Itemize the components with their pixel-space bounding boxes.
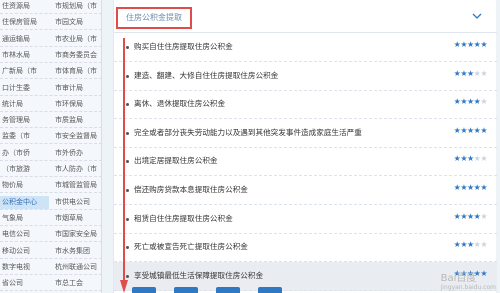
sidebar-link[interactable]: 广新局（市 [0, 65, 49, 78]
tab-label: 住房公积金提取 [126, 13, 182, 22]
list-item[interactable]: 偿还购房贷款本息提取住房公积金 ★★★★★ [114, 176, 497, 205]
baidu-watermark: Bai百度 jingyan.baidu.com [441, 269, 496, 291]
sidebar-link[interactable]: 市审计局 [53, 82, 102, 95]
rating-stars-icon: ★★★★★ [453, 97, 488, 107]
sidebar-link[interactable]: 市环保局 [53, 98, 102, 111]
sidebar-link[interactable]: 市人防办（市 [53, 163, 102, 176]
item-label[interactable]: 建造、翻建、大修自住住房提取住房公积金 [134, 70, 278, 81]
item-label[interactable]: 购买自住住房提取住房公积金 [134, 41, 233, 52]
sidebar-row: 监委（市 市安全监督局 [0, 128, 102, 145]
sidebar-link[interactable]: 市外侨办 [53, 147, 102, 160]
sidebar-row: 住保房管局 市园文局 [0, 14, 102, 31]
list-item[interactable]: 租赁自住住房提取住房公积金 ★★★★★ [114, 205, 497, 234]
sidebar-link[interactable]: 公积金中心 [0, 195, 49, 209]
sidebar-link[interactable]: 监委（市 [0, 130, 49, 143]
sidebar-link[interactable]: 市质监局 [53, 114, 102, 127]
watermark-text: Bai百度 [440, 273, 477, 284]
sidebar-row: 数字电视 杭州联通公司 [0, 259, 102, 275]
main-panel: 住房公积金提取 购买自住住房提取住房公积金 ★★★★★ 建造、翻建、大修自住住房提取… [113, 0, 497, 293]
rating-stars-icon: ★★★★★ [453, 211, 488, 221]
sidebar-link[interactable]: 市城管监管局 [53, 179, 102, 192]
sidebar-row: 气象局 市烟草局 [0, 210, 102, 226]
bottom-button[interactable] [174, 287, 198, 293]
sidebar-link[interactable]: 移动公司 [0, 245, 49, 258]
bottom-button[interactable] [258, 287, 282, 293]
bottom-button-strip [132, 287, 282, 293]
sidebar-link[interactable]: 务管理局 [0, 114, 49, 127]
sidebar-link[interactable]: 市烟草局 [53, 212, 102, 225]
item-label[interactable]: 出境定居提取住房公积金 [134, 155, 218, 166]
rating-stars-icon: ★★★★★ [453, 183, 488, 192]
item-label[interactable]: 完全或者部分丧失劳动能力以及遇到其他突发事件造成家庭生活严重 [134, 127, 362, 138]
page-root: 住资源局 市规划局（市 住保房管局 市园文局 通运输局 市农业局（市 市林水局 市商务委员会广… [0, 0, 500, 293]
sidebar-link[interactable]: 市林水局 [0, 49, 49, 62]
sidebar-row: 口计生委 市审计局 [0, 80, 102, 96]
red-arrow-annotation [120, 38, 128, 293]
list-item[interactable]: 离休、退休提取住房公积金 ★★★★★ [114, 90, 497, 120]
sidebar-row: 移动公司 市水务集团 [0, 243, 102, 259]
sidebar-link[interactable]: 物价局 [0, 179, 49, 192]
list-item[interactable]: 出境定居提取住房公积金 ★★★★★ [114, 147, 497, 177]
sidebar-link[interactable]: 通运输局 [0, 33, 49, 46]
item-label[interactable]: 偿还购房贷款本息提取住房公积金 [134, 184, 248, 195]
sidebar-link[interactable]: 电信公司 [0, 228, 49, 241]
rating-stars-icon: ★★★★★ [453, 125, 488, 135]
sidebar-row: 广新局（市 市体育局（市 [0, 63, 102, 80]
sidebar-link[interactable]: 统计局 [0, 98, 49, 111]
sidebar-link[interactable]: 市农业局（市 [53, 33, 102, 46]
sidebar-row: 务管理局 市质监局 [0, 112, 102, 129]
list-item[interactable]: 死亡或被宣告死亡提取住房公积金 ★★★★★ [114, 233, 497, 263]
sidebar-link[interactable]: 市体育局（市 [53, 65, 102, 78]
sidebar-link[interactable]: 市商务委员会 [53, 49, 102, 62]
sidebar-link[interactable]: 市园文局 [53, 16, 102, 29]
list-item[interactable]: 购买自住住房提取住房公积金 ★★★★★ [114, 33, 497, 62]
bottom-button[interactable] [132, 287, 156, 293]
rating-stars-icon: ★★★★★ [453, 40, 488, 49]
item-label[interactable]: 享受城镇最低生活保障提取住房公积金 [134, 270, 263, 281]
sidebar-link[interactable]: 市总工会 [53, 277, 102, 290]
sidebar-link[interactable]: 住资源局 [0, 0, 49, 13]
rating-stars-icon: ★★★★★ [453, 68, 488, 78]
sidebar-row: 电信公司 市国家安全局 [0, 226, 102, 243]
sidebar-link[interactable]: 数字电视 [0, 261, 49, 274]
sidebar-row: 通运输局 市农业局（市 [0, 31, 102, 47]
sidebar-link[interactable]: 市安全监督局 [53, 130, 102, 143]
sidebar-link[interactable]: （市旅游 [0, 163, 49, 176]
sidebar-link[interactable]: 市水务集团 [53, 245, 102, 258]
sidebar-row: 办（市侨 市外侨办 [0, 145, 102, 161]
sidebar-link[interactable]: 杭州联通公司 [53, 261, 102, 274]
sidebar-link[interactable]: 口计生委 [0, 82, 49, 95]
item-label[interactable]: 租赁自住住房提取住房公积金 [134, 213, 233, 224]
sidebar-row: 市林水局 市商务委员会 [0, 47, 102, 63]
chevron-down-icon[interactable] [470, 9, 484, 23]
watermark-subtext: jingyan.baidu.com [440, 284, 496, 291]
department-sidebar: 住资源局 市规划局（市 住保房管局 市园文局 通运输局 市农业局（市 市林水局 市商务委员会广… [0, 0, 102, 293]
sidebar-link[interactable]: 气象局 [0, 212, 49, 225]
sidebar-link[interactable]: 市国家安全局 [53, 228, 102, 241]
rating-stars-icon: ★★★★★ [453, 154, 488, 164]
sidebar-row: 省公司 市总工会 [0, 275, 102, 292]
sidebar-row: 住资源局 市规划局（市 [0, 0, 102, 14]
tab-housing-fund-withdrawal[interactable]: 住房公积金提取 [116, 7, 192, 29]
list-item[interactable]: 完全或者部分丧失劳动能力以及遇到其他突发事件造成家庭生活严重 ★★★★★ [114, 119, 497, 148]
sidebar-link[interactable]: 办（市侨 [0, 147, 49, 160]
sidebar-link[interactable]: 市规划局（市 [53, 0, 102, 13]
bottom-button[interactable] [216, 287, 240, 293]
item-label[interactable]: 死亡或被宣告死亡提取住房公积金 [134, 241, 248, 252]
item-label[interactable]: 离休、退休提取住房公积金 [134, 98, 225, 109]
rating-stars-icon: ★★★★★ [453, 240, 488, 250]
list-item[interactable]: 建造、翻建、大修自住住房提取住房公积金 ★★★★★ [114, 62, 497, 91]
sidebar-link[interactable]: 省公司 [0, 277, 49, 290]
sidebar-link[interactable]: 市供电公司 [53, 196, 102, 209]
sidebar-link[interactable]: 住保房管局 [0, 16, 49, 29]
sidebar-row: 公积金中心 市供电公司 [0, 194, 102, 210]
sidebar-row: 物价局 市城管监管局 [0, 177, 102, 194]
sidebar-row: 统计局 市环保局 [0, 96, 102, 112]
sidebar-row: （市旅游 市人防办（市 [0, 161, 102, 177]
